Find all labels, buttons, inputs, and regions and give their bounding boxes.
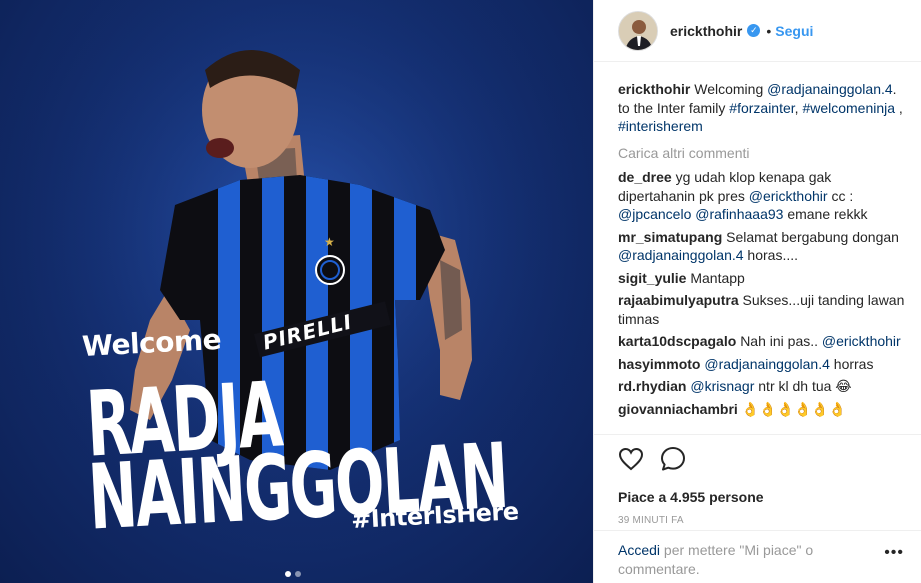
caption-text: ,	[794, 99, 799, 116]
comment-text: ntr kl dh tua 😂	[754, 378, 852, 394]
comment-row: rajaabimulyaputra Sukses...uji tanding l…	[618, 291, 910, 328]
caption: erickthohir Welcoming @radjanainggolan.4…	[618, 80, 910, 136]
verified-badge-icon: ✓	[747, 24, 761, 37]
carousel-dot[interactable]	[285, 571, 291, 577]
likes-count[interactable]: Piace a 4.955 persone	[618, 489, 898, 505]
comment-row: giovanniachambri 👌👌👌👌👌👌	[618, 400, 910, 419]
comment-mention[interactable]: @erickthohir	[749, 188, 828, 204]
post-actions: Piace a 4.955 persone 39 MINUTI FA	[594, 434, 921, 526]
action-icons	[618, 446, 898, 477]
comment-mention[interactable]: @erickthohir	[822, 333, 901, 349]
heart-icon[interactable]	[618, 447, 644, 476]
comments-list[interactable]: erickthohir Welcoming @radjanainggolan.4…	[618, 80, 910, 434]
separator-dot: •	[766, 22, 772, 39]
caption-hashtag[interactable]: #forzainter	[729, 100, 794, 116]
caption-text: Welcoming	[694, 81, 768, 97]
last-name-text: NAINGGOLAN	[86, 423, 510, 551]
comment-text: Selamat bergabung dongan	[726, 228, 899, 245]
header-username[interactable]: erickthohir	[670, 23, 742, 39]
svg-text:★: ★	[324, 235, 335, 249]
comment-username[interactable]: mr_simatupang	[618, 229, 722, 245]
more-options-icon[interactable]: •••	[884, 543, 904, 562]
comment-text: emane rekkk	[783, 206, 868, 222]
comment-mention[interactable]: @jpcancelo	[618, 206, 691, 222]
comment-username[interactable]: giovanniachambri	[618, 401, 738, 417]
post-header: erickthohir ✓ • Segui	[594, 0, 921, 62]
comment-username[interactable]: hasyimmoto	[618, 356, 700, 372]
comment-row: rd.rhydian @krisnagr ntr kl dh tua 😂	[618, 377, 910, 396]
caption-hashtag[interactable]: #interisherem	[618, 118, 703, 134]
comment-username[interactable]: de_dree	[618, 169, 672, 185]
follow-button[interactable]: Segui	[775, 23, 813, 39]
comment-row: karta10dscpagalo Nah ini pas.. @ericktho…	[618, 332, 910, 351]
post-sidebar: erickthohir ✓ • Segui erickthohir Welcom…	[593, 0, 921, 583]
comment-text: horas....	[743, 247, 798, 263]
caption-mention[interactable]: @radjanainggolan.4	[767, 81, 893, 97]
comment-mention[interactable]: @radjanainggolan.4	[618, 247, 744, 263]
comment-row: de_dree yg udah klop kenapa gak dipertah…	[618, 168, 910, 224]
comment-mention[interactable]: @krisnagr	[690, 378, 754, 394]
comment-row: mr_simatupang Selamat bergabung dongan @…	[618, 228, 910, 265]
comment-username[interactable]: rajaabimulyaputra	[618, 292, 739, 308]
post-timestamp: 39 MINUTI FA	[618, 515, 684, 526]
caption-text: ,	[895, 99, 903, 116]
comment-text: Nah ini pas..	[740, 333, 822, 349]
post-image[interactable]: ★ PIRELLI Welcome RADJA NAINGGOLAN #Inte…	[0, 0, 593, 583]
carousel-indicator	[285, 571, 301, 577]
login-link[interactable]: Accedi	[618, 542, 660, 558]
comment-text: 👌👌👌👌👌👌	[741, 400, 847, 417]
comment-text: horras	[829, 355, 874, 372]
comment-icon[interactable]	[660, 446, 686, 477]
comment-username[interactable]: rd.rhydian	[618, 378, 686, 394]
comment-text: cc :	[827, 187, 854, 204]
profile-photo-icon	[619, 11, 657, 50]
comment-container: de_dree yg udah klop kenapa gak dipertah…	[618, 168, 910, 418]
load-more-comments-button[interactable]: Carica altri commenti	[618, 144, 910, 163]
avatar[interactable]	[618, 10, 658, 51]
comment-mention[interactable]: @rafinhaaa93	[695, 206, 783, 222]
comment-username[interactable]: sigit_yulie	[618, 270, 686, 286]
carousel-dot[interactable]	[295, 571, 301, 577]
comment-row: sigit_yulie Mantapp	[618, 269, 910, 288]
comment-mention[interactable]: @radjanainggolan.4	[704, 356, 830, 372]
comment-text: Mantapp	[690, 269, 745, 286]
comment-row: hasyimmoto @radjanainggolan.4 horras	[618, 355, 910, 374]
login-prompt: Accedi per mettere "Mi piace" o commenta…	[594, 530, 921, 583]
comment-username[interactable]: karta10dscpagalo	[618, 333, 736, 349]
caption-hashtag[interactable]: #welcomeninja	[802, 100, 895, 116]
caption-username[interactable]: erickthohir	[618, 81, 690, 97]
